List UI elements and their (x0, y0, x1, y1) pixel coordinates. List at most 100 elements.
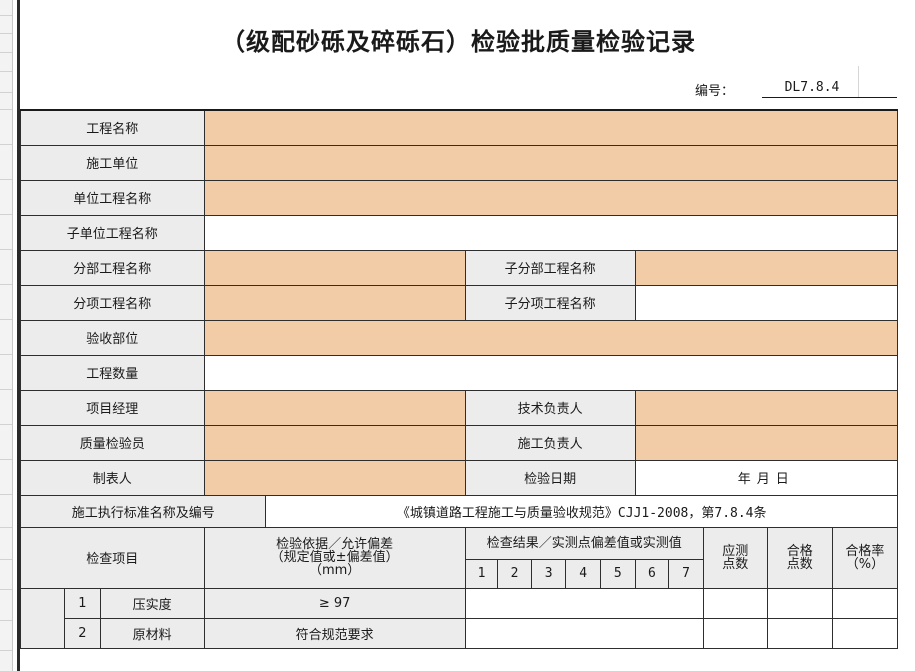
row-gutter (0, 0, 13, 671)
label-sub-division-project-name: 子分部工程名称 (464, 249, 636, 286)
gutter-line (0, 494, 12, 495)
gutter-line (0, 284, 12, 285)
label-project-name: 工程名称 (20, 109, 205, 146)
code-label: 编号： (695, 84, 735, 99)
gutter-line (0, 527, 12, 528)
input-division-project-name[interactable] (203, 249, 466, 286)
input-project-name[interactable] (203, 109, 899, 146)
row-item: 分项工程名称 子分项工程名称 (20, 284, 899, 321)
label-acceptance-part: 验收部位 (20, 319, 205, 356)
header-point-1: 1 (464, 558, 499, 589)
gutter-line (0, 459, 12, 460)
gutter-line (0, 249, 12, 250)
table-row: 1 压实度 ≥ 97 (19, 587, 899, 649)
input-inspection-date[interactable]: 年月日 (634, 459, 899, 496)
label-quality-inspector: 质量检验员 (20, 424, 205, 461)
item-required-points[interactable] (702, 587, 768, 619)
item-results[interactable] (464, 587, 704, 619)
header-pass-rate-line2: （%） (845, 556, 885, 572)
item-basis: ≥ 97 (203, 587, 466, 619)
row-quantity: 工程数量 (20, 354, 899, 391)
header-point-4: 4 (565, 558, 602, 589)
item-number: 1 (64, 587, 101, 619)
gutter-line (0, 620, 12, 621)
gutter-line (0, 589, 12, 590)
gutter-line (0, 650, 12, 651)
row-managers: 项目经理 技术负责人 (20, 389, 899, 426)
input-technical-lead[interactable] (634, 389, 899, 426)
header-point-6: 6 (634, 558, 670, 589)
gutter-line (0, 71, 12, 72)
input-acceptance-part[interactable] (203, 319, 899, 356)
input-construction-lead[interactable] (634, 424, 899, 461)
item-basis: 符合规范要求 (203, 617, 466, 649)
header-point-5: 5 (600, 558, 636, 589)
inspection-form-table: 工程名称 施工单位 单位工程名称 子单位工程名称 分部工程名称 子分部工程名称 … (19, 109, 899, 649)
gutter-line (0, 354, 12, 355)
input-project-manager[interactable] (203, 389, 466, 426)
input-item-project-name[interactable] (203, 284, 466, 321)
header-qualified-points: 合格点数 (766, 526, 833, 589)
input-quality-inspector[interactable] (203, 424, 466, 461)
gutter-line (0, 15, 12, 16)
item-qualified-points[interactable] (766, 587, 833, 619)
row-inspection-header-1: 检查项目 检验依据／允许偏差 （规定值或±偏差值） （mm） 检查结果／实测点偏… (20, 526, 899, 589)
gutter-line (0, 319, 12, 320)
row-unit-project-name: 单位工程名称 (20, 179, 899, 216)
label-project-manager: 项目经理 (20, 389, 205, 426)
item-name: 原材料 (99, 617, 205, 649)
input-quantity[interactable] (203, 354, 899, 391)
input-sub-item-project-name[interactable] (634, 284, 899, 321)
form-title: （级配砂砾及碎砾石）检验批质量检验记录 (221, 28, 696, 56)
item-name: 压实度 (99, 587, 205, 619)
code-value: DL7.8.4 (784, 80, 840, 95)
header-required-points: 应测点数 (702, 526, 768, 589)
header-pass-rate: 合格率 （%） (831, 526, 899, 589)
label-sub-unit-project-name: 子单位工程名称 (20, 214, 205, 251)
gutter-line (0, 214, 12, 215)
form-header: （级配砂砾及碎砾石）检验批质量检验记录 编号： DL7.8.4 (20, 0, 915, 109)
row-construction-unit: 施工单位 (20, 144, 899, 181)
input-construction-unit[interactable] (203, 144, 899, 181)
table-row: 2 原材料 符合规范要求 (21, 617, 899, 649)
row-acceptance-part: 验收部位 (20, 319, 899, 356)
label-construction-lead: 施工负责人 (464, 424, 636, 461)
input-tabulator[interactable] (203, 459, 466, 496)
label-item-project-name: 分项工程名称 (20, 284, 205, 321)
header-inspection-item: 检查项目 (20, 526, 205, 589)
label-construction-unit: 施工单位 (20, 144, 205, 181)
label-quantity: 工程数量 (20, 354, 205, 391)
code-cell[interactable] (858, 66, 915, 97)
gutter-line (0, 559, 12, 560)
label-inspection-date: 检验日期 (464, 459, 636, 496)
label-tabulator: 制表人 (20, 459, 205, 496)
label-unit-project-name: 单位工程名称 (20, 179, 205, 216)
label-technical-lead: 技术负责人 (464, 389, 636, 426)
item-number: 2 (64, 617, 101, 649)
input-sub-unit-project-name[interactable] (203, 214, 899, 251)
input-sub-division-project-name[interactable] (634, 249, 899, 286)
standard-value: 《城镇道路工程施工与质量验收规范》CJJ1-2008，第7.8.4条 (265, 494, 898, 528)
row-division: 分部工程名称 子分部工程名称 (20, 249, 899, 286)
gutter-line (0, 424, 12, 425)
gutter-line (0, 179, 12, 180)
header-pass-rate-line1: 合格率 (845, 543, 885, 559)
item-pass-rate[interactable] (831, 587, 899, 619)
gutter-line (0, 33, 12, 34)
item-pass-rate[interactable] (831, 617, 899, 649)
header-basis-line3: （mm） (308, 563, 361, 578)
item-qualified-points[interactable] (766, 617, 833, 649)
row-tabulator: 制表人 检验日期 年月日 (20, 459, 899, 496)
header-basis: 检验依据／允许偏差 （规定值或±偏差值） （mm） (203, 526, 466, 589)
gutter-line (0, 109, 12, 110)
header-point-3: 3 (530, 558, 567, 589)
item-required-points[interactable] (702, 617, 768, 649)
label-standard: 施工执行标准名称及编号 (19, 494, 267, 528)
row-standard: 施工执行标准名称及编号 《城镇道路工程施工与质量验收规范》CJJ1-2008，第… (19, 494, 898, 528)
code-underline (762, 97, 897, 98)
row-project-name: 工程名称 (20, 109, 899, 146)
label-division-project-name: 分部工程名称 (20, 249, 205, 286)
item-results[interactable] (464, 617, 704, 649)
gutter-line (0, 52, 12, 53)
input-unit-project-name[interactable] (203, 179, 899, 216)
